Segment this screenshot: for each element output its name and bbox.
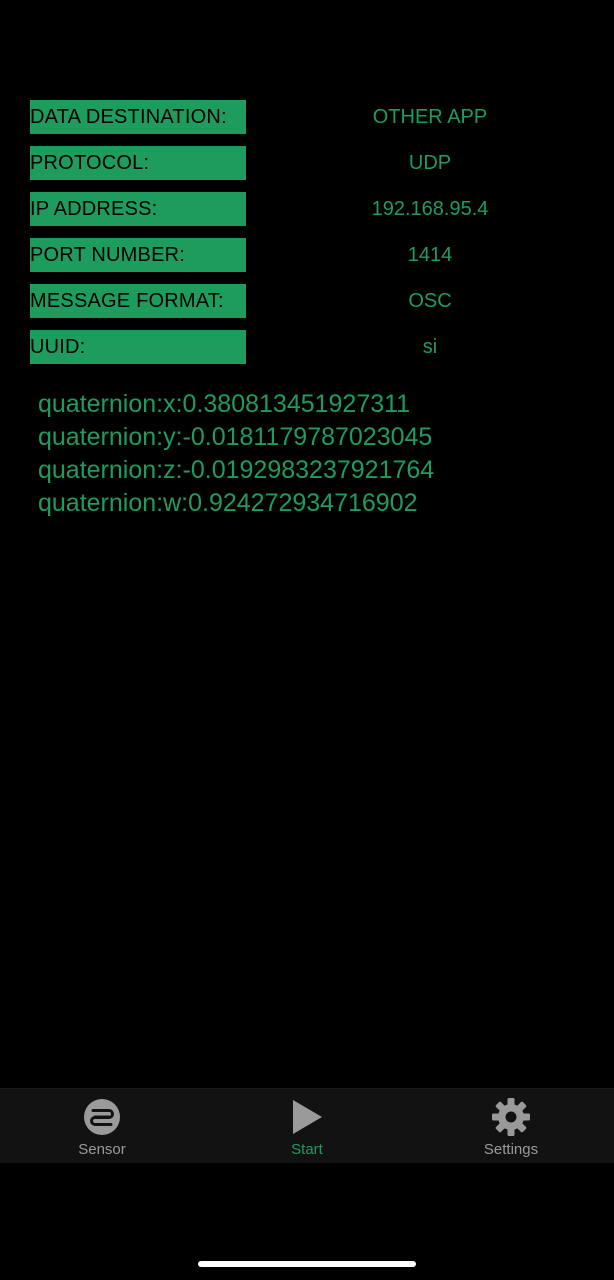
uuid-value: si bbox=[422, 336, 438, 358]
tab-settings-label: Settings bbox=[483, 1141, 539, 1158]
tab-start-label: Start bbox=[291, 1141, 323, 1158]
setting-row-ip-address: IP ADDRESS: 192.168.95.4 bbox=[30, 192, 590, 226]
protocol-label: PROTOCOL: bbox=[30, 146, 246, 180]
quaternion-y-readout: quaternion:y:-0.0181179787023045 bbox=[38, 423, 433, 451]
gear-icon bbox=[492, 1098, 530, 1136]
message-format-value: OSC bbox=[408, 290, 452, 312]
tab-sensor-label: Sensor bbox=[78, 1141, 126, 1158]
home-indicator[interactable] bbox=[198, 1261, 416, 1267]
port-number-label: PORT NUMBER: bbox=[30, 238, 246, 272]
port-number-value: 1414 bbox=[407, 244, 453, 266]
tab-settings[interactable]: Settings bbox=[409, 1089, 613, 1163]
play-icon bbox=[293, 1100, 322, 1134]
tab-bar: Sensor Start Settings bbox=[0, 1088, 614, 1163]
quaternion-z-readout: quaternion:z:-0.0192983237921764 bbox=[38, 456, 435, 484]
quaternion-x-readout: quaternion:x:0.380813451927311 bbox=[38, 390, 411, 418]
protocol-value: UDP bbox=[408, 152, 452, 174]
ip-address-label: IP ADDRESS: bbox=[30, 192, 246, 226]
tab-sensor[interactable]: Sensor bbox=[0, 1089, 204, 1163]
quaternion-w-readout: quaternion:w:0.924272934716902 bbox=[38, 489, 418, 517]
setting-row-data-destination: DATA DESTINATION: OTHER APP bbox=[30, 100, 590, 134]
data-destination-label: DATA DESTINATION: bbox=[30, 100, 246, 134]
setting-row-message-format: MESSAGE FORMAT: OSC bbox=[30, 284, 590, 318]
tab-start[interactable]: Start bbox=[205, 1089, 409, 1163]
connection-settings: DATA DESTINATION: OTHER APP PROTOCOL: UD… bbox=[30, 100, 590, 376]
quaternion-readout: quaternion:x:0.380813451927311 quaternio… bbox=[38, 388, 598, 520]
sensor-icon bbox=[84, 1099, 120, 1135]
data-destination-value: OTHER APP bbox=[372, 106, 488, 128]
setting-row-port-number: PORT NUMBER: 1414 bbox=[30, 238, 590, 272]
app-screen: DATA DESTINATION: OTHER APP PROTOCOL: UD… bbox=[0, 0, 614, 1280]
setting-row-protocol: PROTOCOL: UDP bbox=[30, 146, 590, 180]
setting-row-uuid: UUID: si bbox=[30, 330, 590, 364]
ip-address-value: 192.168.95.4 bbox=[371, 198, 489, 220]
message-format-label: MESSAGE FORMAT: bbox=[30, 284, 246, 318]
uuid-label: UUID: bbox=[30, 330, 246, 364]
